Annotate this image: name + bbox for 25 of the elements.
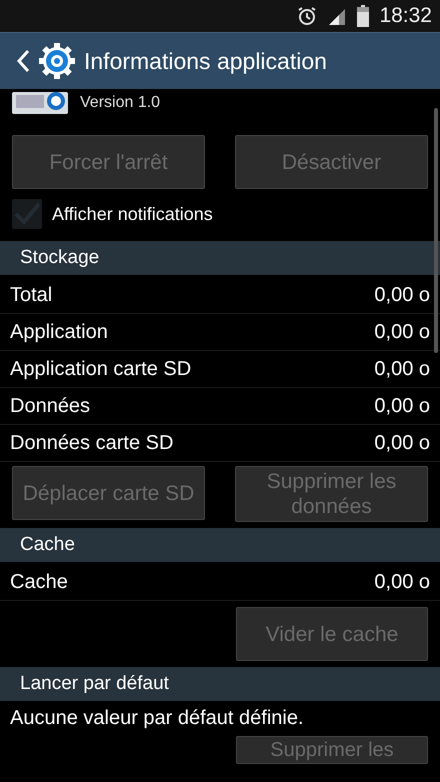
row-value: 0,00 o	[374, 570, 430, 594]
row-value: 0,00 o	[374, 432, 430, 454]
alarm-icon	[297, 6, 318, 26]
back-icon[interactable]	[16, 49, 30, 73]
row-label: Total	[10, 284, 52, 306]
row-label: Application carte SD	[10, 358, 192, 380]
section-header: Stockage	[0, 241, 440, 275]
clock: 18:32	[379, 4, 432, 28]
info-text: Aucune valeur par défaut définie.	[9, 706, 305, 731]
battery-icon	[357, 5, 370, 27]
row-value: 0,00 o	[374, 394, 430, 418]
row-value: 0,00 o	[374, 320, 430, 344]
row-value: 0,00 o	[374, 284, 430, 306]
row-label: Données	[10, 394, 90, 418]
gear-icon	[38, 42, 76, 80]
row-label: Application	[10, 320, 108, 344]
section-header: Lancer par défaut	[0, 667, 440, 701]
window-title: Informations application	[84, 48, 327, 74]
checkbox-label: Afficher notifications	[52, 204, 213, 224]
section-header: Cache	[0, 528, 440, 562]
app-icon	[12, 92, 68, 114]
row-label: Données carte SD	[10, 432, 174, 454]
row-label: Cache	[10, 570, 68, 594]
version-text: Version 1.0	[80, 94, 160, 112]
row-value: 0,00 o	[374, 358, 430, 380]
